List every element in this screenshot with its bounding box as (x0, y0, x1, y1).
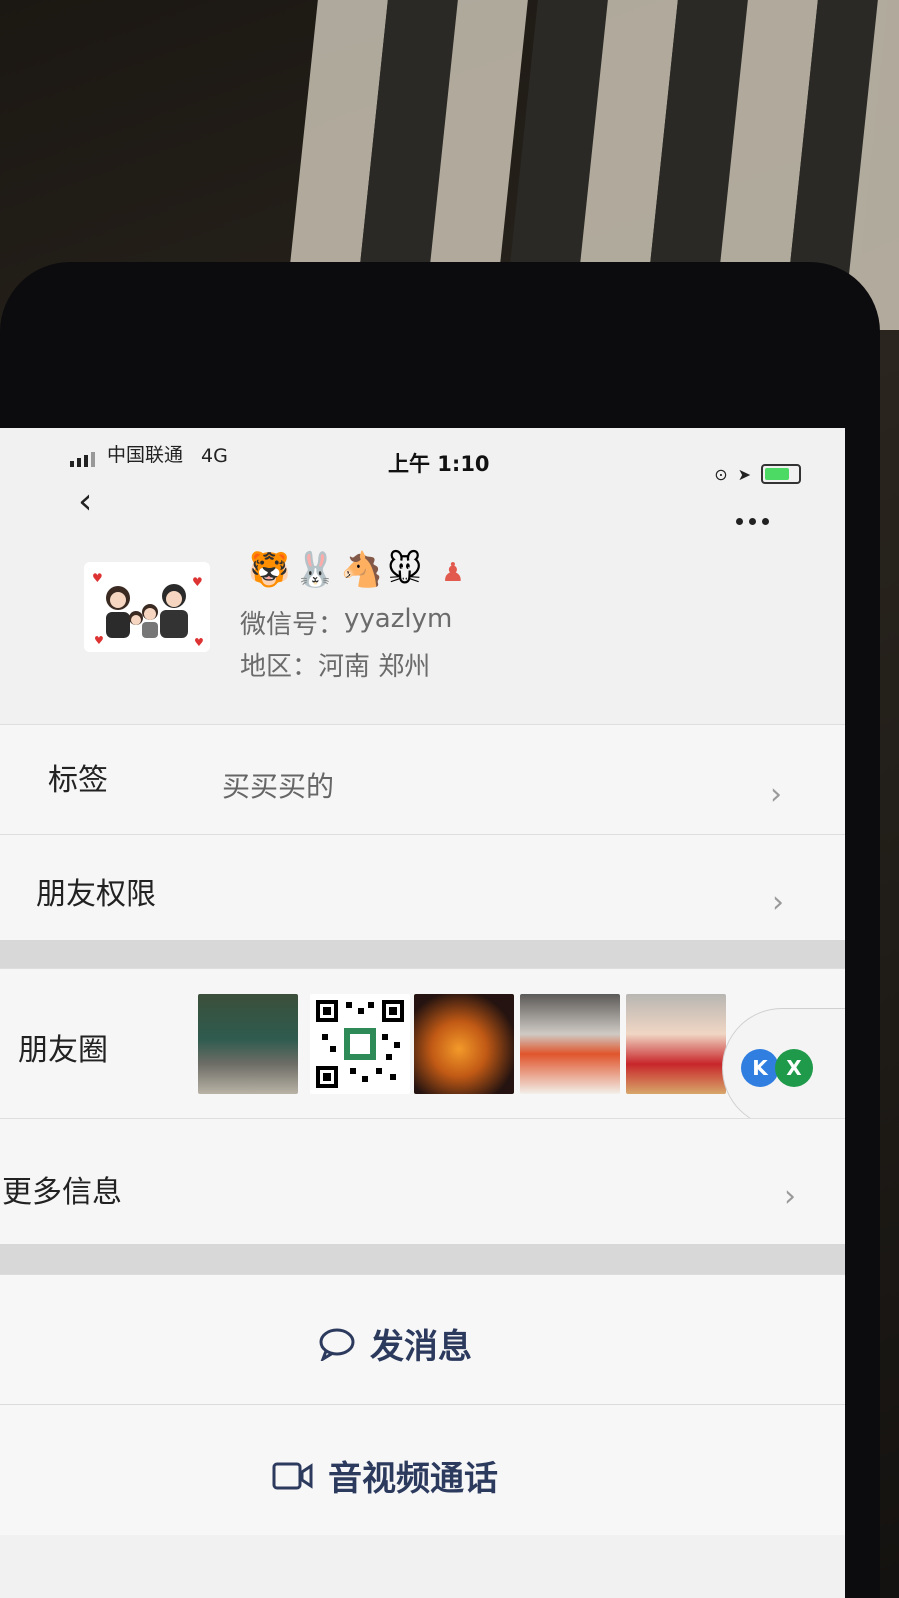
svg-text:♥: ♥ (192, 575, 203, 589)
carrier-name: 中国联通 (107, 444, 184, 466)
signal-icon (70, 452, 95, 467)
send-message-button[interactable]: 发消息 (0, 1274, 845, 1405)
clock: 上午 1:10 (388, 452, 490, 476)
contact-name-emoji: 🐯🐰🐴🐭 (248, 550, 427, 590)
region-label: 地区： (240, 652, 319, 682)
tags-value: 买买买的 (222, 770, 335, 803)
chevron-left-icon: ‹ (78, 481, 93, 522)
more-info-label: 更多信息 (2, 1175, 122, 1210)
moments-photo-storefront (198, 994, 298, 1094)
video-call-label: 音视频通话 (328, 1459, 498, 1499)
family-cartoon-avatar: ♥ ♥ ♥ ♥ (84, 562, 210, 652)
floating-app-icon-x: X (775, 1049, 813, 1087)
gender-user-icon: ♟ (441, 558, 469, 588)
contact-profile-screen: 中国联通 4G 上午 1:10 ⊙ ➤ ‹ ♥ ♥ ♥ ♥ 🐯🐰🐴🐭 ♟ 微信号… (0, 428, 845, 1598)
wechat-id-value: yyazlym (344, 604, 453, 634)
friend-permissions-row[interactable]: 朋友权限 › (0, 834, 845, 941)
moments-photo-qr-code (310, 994, 410, 1094)
section-divider (0, 1244, 845, 1274)
qr-code-icon (316, 1000, 404, 1088)
battery-icon (761, 464, 801, 484)
chevron-right-icon: › (770, 777, 782, 812)
moments-label: 朋友圈 (18, 1033, 108, 1068)
more-options-button[interactable] (736, 506, 786, 536)
location-icon: ➤ (737, 464, 751, 484)
wechat-id-row: 微信号： yyazlym (240, 604, 452, 641)
video-camera-icon (272, 1462, 313, 1489)
friend-permissions-label: 朋友权限 (36, 877, 156, 912)
status-bar: 中国联通 4G 上午 1:10 ⊙ ➤ (0, 428, 845, 492)
region-value: 河南 郑州 (318, 652, 431, 682)
rotation-lock-icon: ⊙ (714, 464, 728, 484)
chevron-right-icon: › (772, 885, 784, 920)
wechat-id-label: 微信号： (240, 610, 345, 640)
section-divider (0, 940, 845, 968)
more-info-row[interactable]: 更多信息 › (0, 1118, 845, 1245)
back-button[interactable]: ‹ (78, 478, 118, 526)
region-row: 地区： 河南 郑州 (240, 646, 430, 683)
chevron-right-icon: › (784, 1179, 796, 1214)
network-type: 4G (201, 445, 228, 467)
contact-name: 🐯🐰🐴🐭 ♟ (248, 550, 469, 590)
moments-photo-drink (414, 994, 514, 1094)
avatar[interactable]: ♥ ♥ ♥ ♥ (84, 562, 210, 652)
svg-text:♥: ♥ (94, 634, 104, 647)
chat-bubble-icon (319, 1328, 355, 1361)
more-dots-icon (736, 517, 743, 525)
tags-label: 标签 (48, 763, 108, 798)
tags-row[interactable]: 标签 买买买的 › (0, 724, 845, 835)
svg-text:♥: ♥ (92, 571, 103, 585)
floating-app-icon-k: K (741, 1049, 779, 1087)
floating-app-bubble[interactable]: K X (722, 1008, 845, 1128)
video-call-button[interactable]: 音视频通话 (0, 1404, 845, 1535)
svg-text:♥: ♥ (194, 636, 204, 649)
moments-photo-child (626, 994, 726, 1094)
send-message-label: 发消息 (370, 1327, 472, 1367)
moments-photo-cakes (520, 994, 620, 1094)
